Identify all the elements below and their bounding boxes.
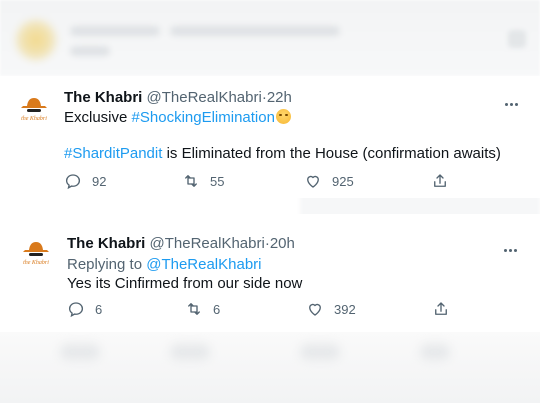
retweet-icon bbox=[188, 303, 200, 315]
blurred-icon bbox=[508, 30, 526, 48]
like-icon bbox=[307, 175, 319, 188]
blurred-name bbox=[70, 26, 160, 36]
like-count: 925 bbox=[332, 173, 354, 189]
timestamp[interactable]: 22h bbox=[267, 89, 292, 106]
tweet-text: Yes its Cinfirmed from our side now bbox=[67, 275, 303, 292]
replying-label: Replying to bbox=[67, 256, 147, 273]
tweet-text: Exclusive bbox=[64, 109, 132, 126]
more-icon[interactable] bbox=[504, 239, 524, 252]
tweet-card[interactable]: the Khabri The Khabri @TheRealKhabri·22h… bbox=[0, 76, 540, 198]
reply-icon bbox=[65, 174, 81, 190]
blurred-text bbox=[170, 26, 340, 36]
share-button[interactable] bbox=[431, 172, 449, 190]
author-name[interactable]: The Khabri bbox=[67, 235, 145, 252]
retweet-count: 6 bbox=[213, 301, 221, 317]
retweet-count: 55 bbox=[210, 173, 225, 189]
blurred-avatar bbox=[16, 20, 56, 60]
timestamp[interactable]: 20h bbox=[270, 235, 295, 252]
blurred-text bbox=[70, 46, 110, 56]
retweet-button[interactable]: 55 bbox=[182, 172, 224, 190]
avatar-text: the Khabri bbox=[21, 116, 47, 122]
tweet-text-line: #SharditPandit is Eliminated from the Ho… bbox=[64, 144, 501, 163]
hashtag-link[interactable]: #SharditPandit bbox=[64, 145, 162, 162]
more-icon[interactable] bbox=[505, 93, 525, 106]
avatar-text: the Khabri bbox=[23, 260, 49, 266]
like-icon bbox=[309, 303, 321, 316]
replying-handle-link[interactable]: @TheRealKhabri bbox=[146, 256, 261, 273]
like-button[interactable]: 392 bbox=[306, 300, 356, 318]
author-handle[interactable]: @TheRealKhabri bbox=[150, 235, 265, 252]
like-count: 392 bbox=[334, 301, 356, 317]
reply-button[interactable]: 92 bbox=[64, 172, 106, 190]
blurred-previous-tweet bbox=[0, 0, 540, 76]
reply-icon bbox=[68, 302, 84, 318]
tweet-header: The Khabri @TheRealKhabri·22h bbox=[64, 89, 292, 106]
share-icon bbox=[435, 302, 447, 315]
avatar[interactable]: the Khabri bbox=[16, 234, 56, 274]
smile-emoji-icon bbox=[275, 109, 291, 124]
author-handle[interactable]: @TheRealKhabri bbox=[147, 89, 262, 106]
author-name[interactable]: The Khabri bbox=[64, 89, 142, 106]
hashtag-link[interactable]: #ShockingElimination bbox=[132, 109, 275, 126]
blurred-actions bbox=[0, 330, 540, 403]
tweet-text: is Eliminated from the House (confirmati… bbox=[162, 145, 501, 162]
tweet-header: The Khabri @TheRealKhabri·20h bbox=[67, 235, 295, 252]
retweet-icon bbox=[185, 175, 197, 187]
tweet-text-line: Yes its Cinfirmed from our side now bbox=[67, 274, 302, 293]
share-icon bbox=[434, 174, 446, 187]
reply-count: 6 bbox=[95, 301, 103, 317]
avatar[interactable]: the Khabri bbox=[14, 90, 54, 130]
retweet-button[interactable]: 6 bbox=[185, 300, 220, 318]
like-button[interactable]: 925 bbox=[304, 172, 354, 190]
replying-to: Replying to @TheRealKhabri bbox=[67, 255, 262, 274]
tweet-card[interactable]: the Khabri The Khabri @TheRealKhabri·20h… bbox=[0, 214, 540, 332]
reply-button[interactable]: 6 bbox=[67, 300, 102, 318]
reply-count: 92 bbox=[92, 173, 107, 189]
share-button[interactable] bbox=[432, 300, 450, 318]
tweet-text-line: Exclusive #ShockingElimination bbox=[64, 108, 291, 127]
